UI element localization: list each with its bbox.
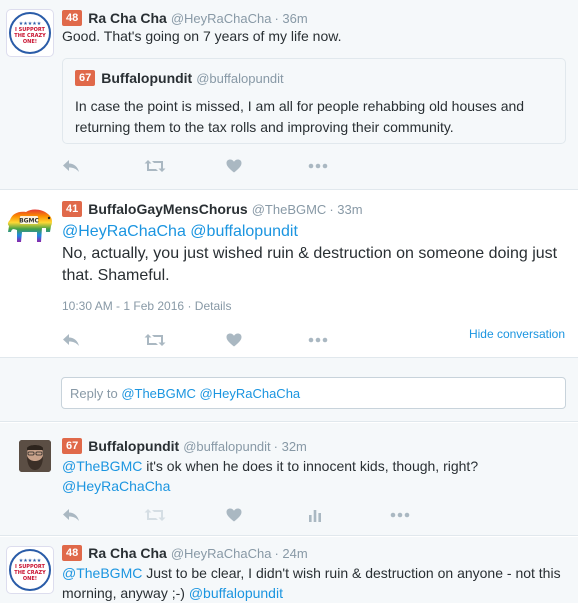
more-icon (390, 512, 410, 518)
more-button[interactable] (308, 331, 390, 349)
mention-link[interactable]: @TheBGMC (62, 565, 142, 581)
user-fullname[interactable]: Ra Cha Cha (88, 10, 167, 26)
tweet-actions (62, 506, 472, 524)
badge-logo: ★★★★★ I SUPPORT THE CRAZY ONE! (9, 549, 51, 591)
tweet-mentions[interactable]: @HeyRaChaCha @buffalopundit (62, 221, 298, 243)
tweet-text: @TheBGMC it's ok when he does it to inno… (62, 456, 562, 496)
retweet-button[interactable] (144, 331, 226, 349)
reply-icon (63, 334, 79, 346)
tweet-text: @TheBGMC Just to be clear, I didn't wish… (62, 563, 567, 603)
reply-mentions: @TheBGMC @HeyRaChaCha (121, 386, 301, 401)
badge-text: I SUPPORT THE CRAZY ONE! (14, 563, 46, 582)
heart-icon (226, 159, 242, 173)
user-handle[interactable]: @buffalopundit (196, 71, 283, 86)
reply-icon (63, 509, 79, 521)
more-button[interactable] (308, 157, 390, 175)
meta-separator: · (187, 299, 195, 313)
user-handle[interactable]: @buffalopundit (183, 439, 270, 454)
like-button[interactable] (226, 331, 308, 349)
tweet-actions (62, 157, 390, 175)
tweet[interactable]: ★★★★★ I SUPPORT THE CRAZY ONE! 48 Ra Cha… (0, 537, 578, 603)
tweet-time[interactable]: · 36m (274, 11, 307, 26)
tweet-header: 67 Buffalopundit @buffalopundit · 32m (62, 438, 307, 454)
user-fullname[interactable]: BuffaloGayMensChorus (88, 201, 247, 217)
reply-area: Reply to @TheBGMC @HeyRaChaCha (0, 358, 578, 422)
score-badge: 41 (62, 201, 83, 217)
tweet-actions (62, 331, 390, 349)
retweet-icon (144, 160, 166, 172)
tweet-timestamp[interactable]: 10:30 AM - 1 Feb 2016 (62, 299, 184, 313)
tweet-time[interactable]: · 24m (274, 546, 307, 561)
tweet-time[interactable]: · 33m (329, 202, 362, 217)
reply-button[interactable] (62, 506, 144, 524)
more-button[interactable] (390, 506, 472, 524)
analytics-icon (309, 510, 321, 522)
tweet-focused[interactable]: BGMC 41 BuffaloGayMensChorus @TheBGMC · … (0, 191, 578, 358)
avatar[interactable]: ★★★★★ I SUPPORT THE CRAZY ONE! (6, 9, 54, 57)
score-badge: 67 (75, 70, 96, 86)
bison-logo-icon: BGMC (7, 209, 53, 242)
reply-button[interactable] (62, 157, 144, 175)
avatar[interactable]: BGMC (6, 206, 54, 254)
heart-icon (226, 333, 242, 347)
reply-prefix: Reply to (70, 386, 122, 401)
reply-input[interactable]: Reply to @TheBGMC @HeyRaChaCha (61, 377, 566, 409)
tweet[interactable]: 67 Buffalopundit @buffalopundit · 32m @T… (0, 423, 578, 536)
tweet-text: No, actually, you just wished ruin & des… (62, 245, 558, 284)
tweet-body: it's ok when he does it to innocent kids… (142, 458, 479, 474)
quoted-tweet[interactable]: 67 Buffalopundit @buffalopundit In case … (62, 58, 566, 144)
reply-button[interactable] (62, 331, 144, 349)
retweet-icon (144, 334, 166, 346)
mention-link[interactable]: @TheBGMC (62, 458, 142, 474)
reply-icon (63, 160, 79, 172)
tweet[interactable]: ★★★★★ I SUPPORT THE CRAZY ONE! 48 Ra Cha… (0, 0, 578, 190)
avatar[interactable]: ★★★★★ I SUPPORT THE CRAZY ONE! (6, 546, 54, 594)
heart-icon (226, 508, 242, 522)
hide-conversation-link[interactable]: Hide conversation (469, 327, 565, 341)
user-handle[interactable]: @HeyRaChaCha (171, 11, 272, 26)
quote-header: 67 Buffalopundit @buffalopundit (75, 70, 284, 86)
tweet-header: 48 Ra Cha Cha @HeyRaChaCha · 24m (62, 545, 308, 561)
score-badge: 67 (62, 438, 83, 454)
mention-link[interactable]: @HeyRaChaCha (62, 478, 170, 494)
tweet-text: Good. That's going on 7 years of my life… (62, 28, 342, 44)
like-button[interactable] (226, 157, 308, 175)
badge-logo: ★★★★★ I SUPPORT THE CRAZY ONE! (9, 12, 51, 54)
retweet-button[interactable] (144, 157, 226, 175)
retweet-button[interactable] (144, 506, 226, 524)
more-icon (308, 163, 328, 169)
mention-link[interactable]: @buffalopundit (189, 585, 283, 601)
like-button[interactable] (226, 506, 308, 524)
tweet-meta: 10:30 AM - 1 Feb 2016 · Details (62, 299, 231, 313)
user-handle[interactable]: @HeyRaChaCha (171, 546, 272, 561)
badge-text: I SUPPORT THE CRAZY ONE! (14, 26, 46, 45)
user-fullname[interactable]: Buffalopundit (88, 438, 179, 454)
user-fullname[interactable]: Ra Cha Cha (88, 545, 167, 561)
retweet-icon (144, 509, 166, 521)
details-link[interactable]: Details (195, 299, 232, 313)
user-fullname[interactable]: Buffalopundit (101, 70, 192, 86)
quote-text: In case the point is missed, I am all fo… (75, 98, 525, 135)
tweet-header: 41 BuffaloGayMensChorus @TheBGMC · 33m (62, 201, 363, 217)
person-photo-icon (19, 440, 51, 472)
tweet-time[interactable]: · 32m (274, 439, 307, 454)
tweet-header: 48 Ra Cha Cha @HeyRaChaCha · 36m (62, 10, 308, 26)
avatar[interactable] (19, 440, 51, 472)
analytics-button[interactable] (308, 506, 390, 524)
score-badge: 48 (62, 545, 83, 561)
score-badge: 48 (62, 10, 83, 26)
bison-logo-text: BGMC (19, 218, 39, 225)
user-handle[interactable]: @TheBGMC (252, 202, 327, 217)
more-icon (308, 337, 328, 343)
